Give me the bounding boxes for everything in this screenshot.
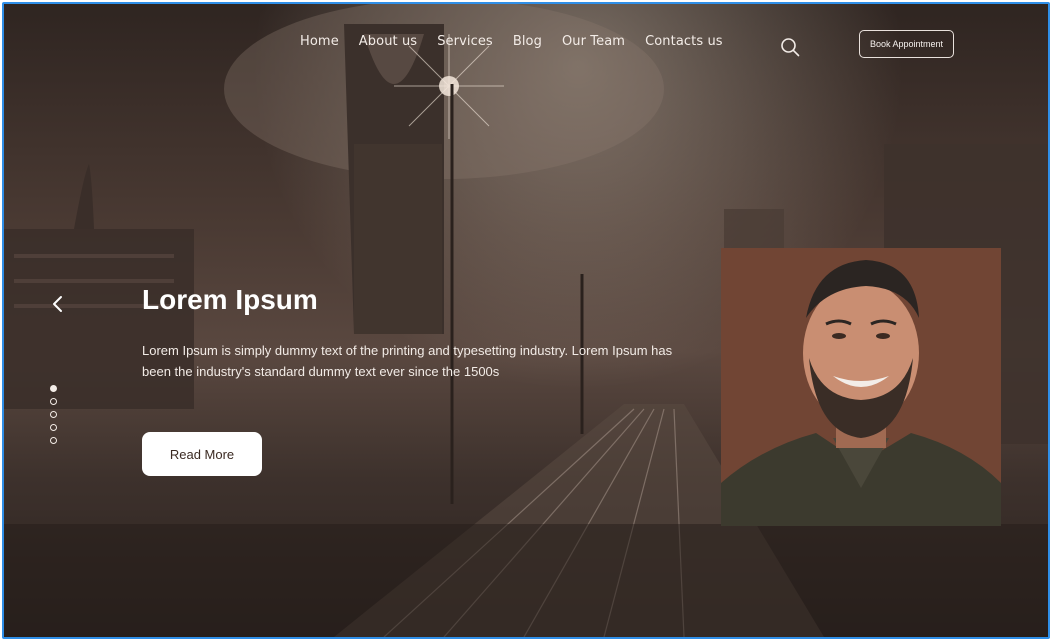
read-more-button[interactable]: Read More: [142, 432, 262, 476]
nav-item-about-us[interactable]: About us: [359, 34, 417, 49]
main-nav: Home About us Services Blog Our Team Con…: [300, 34, 723, 49]
page-frame: Home About us Services Blog Our Team Con…: [2, 2, 1050, 639]
chevron-left-icon[interactable]: [50, 294, 66, 314]
nav-item-blog[interactable]: Blog: [513, 34, 542, 49]
book-appointment-button[interactable]: Book Appointment: [859, 30, 954, 58]
hero-description: Lorem Ipsum is simply dummy text of the …: [142, 343, 673, 379]
nav-item-our-team[interactable]: Our Team: [562, 34, 625, 49]
slide-dot-1[interactable]: [50, 385, 57, 392]
search-icon[interactable]: [780, 37, 800, 57]
slide-dot-5[interactable]: [50, 437, 57, 444]
person-portrait-image: [721, 248, 1001, 526]
nav-item-home[interactable]: Home: [300, 34, 339, 49]
nav-item-services[interactable]: Services: [437, 34, 493, 49]
slide-dot-4[interactable]: [50, 424, 57, 431]
nav-item-contacts-us[interactable]: Contacts us: [645, 34, 723, 49]
slide-dot-2[interactable]: [50, 398, 57, 405]
slide-dot-3[interactable]: [50, 411, 57, 418]
hero-title: Lorem Ipsum: [142, 284, 318, 315]
slider-pagination: [50, 385, 57, 444]
